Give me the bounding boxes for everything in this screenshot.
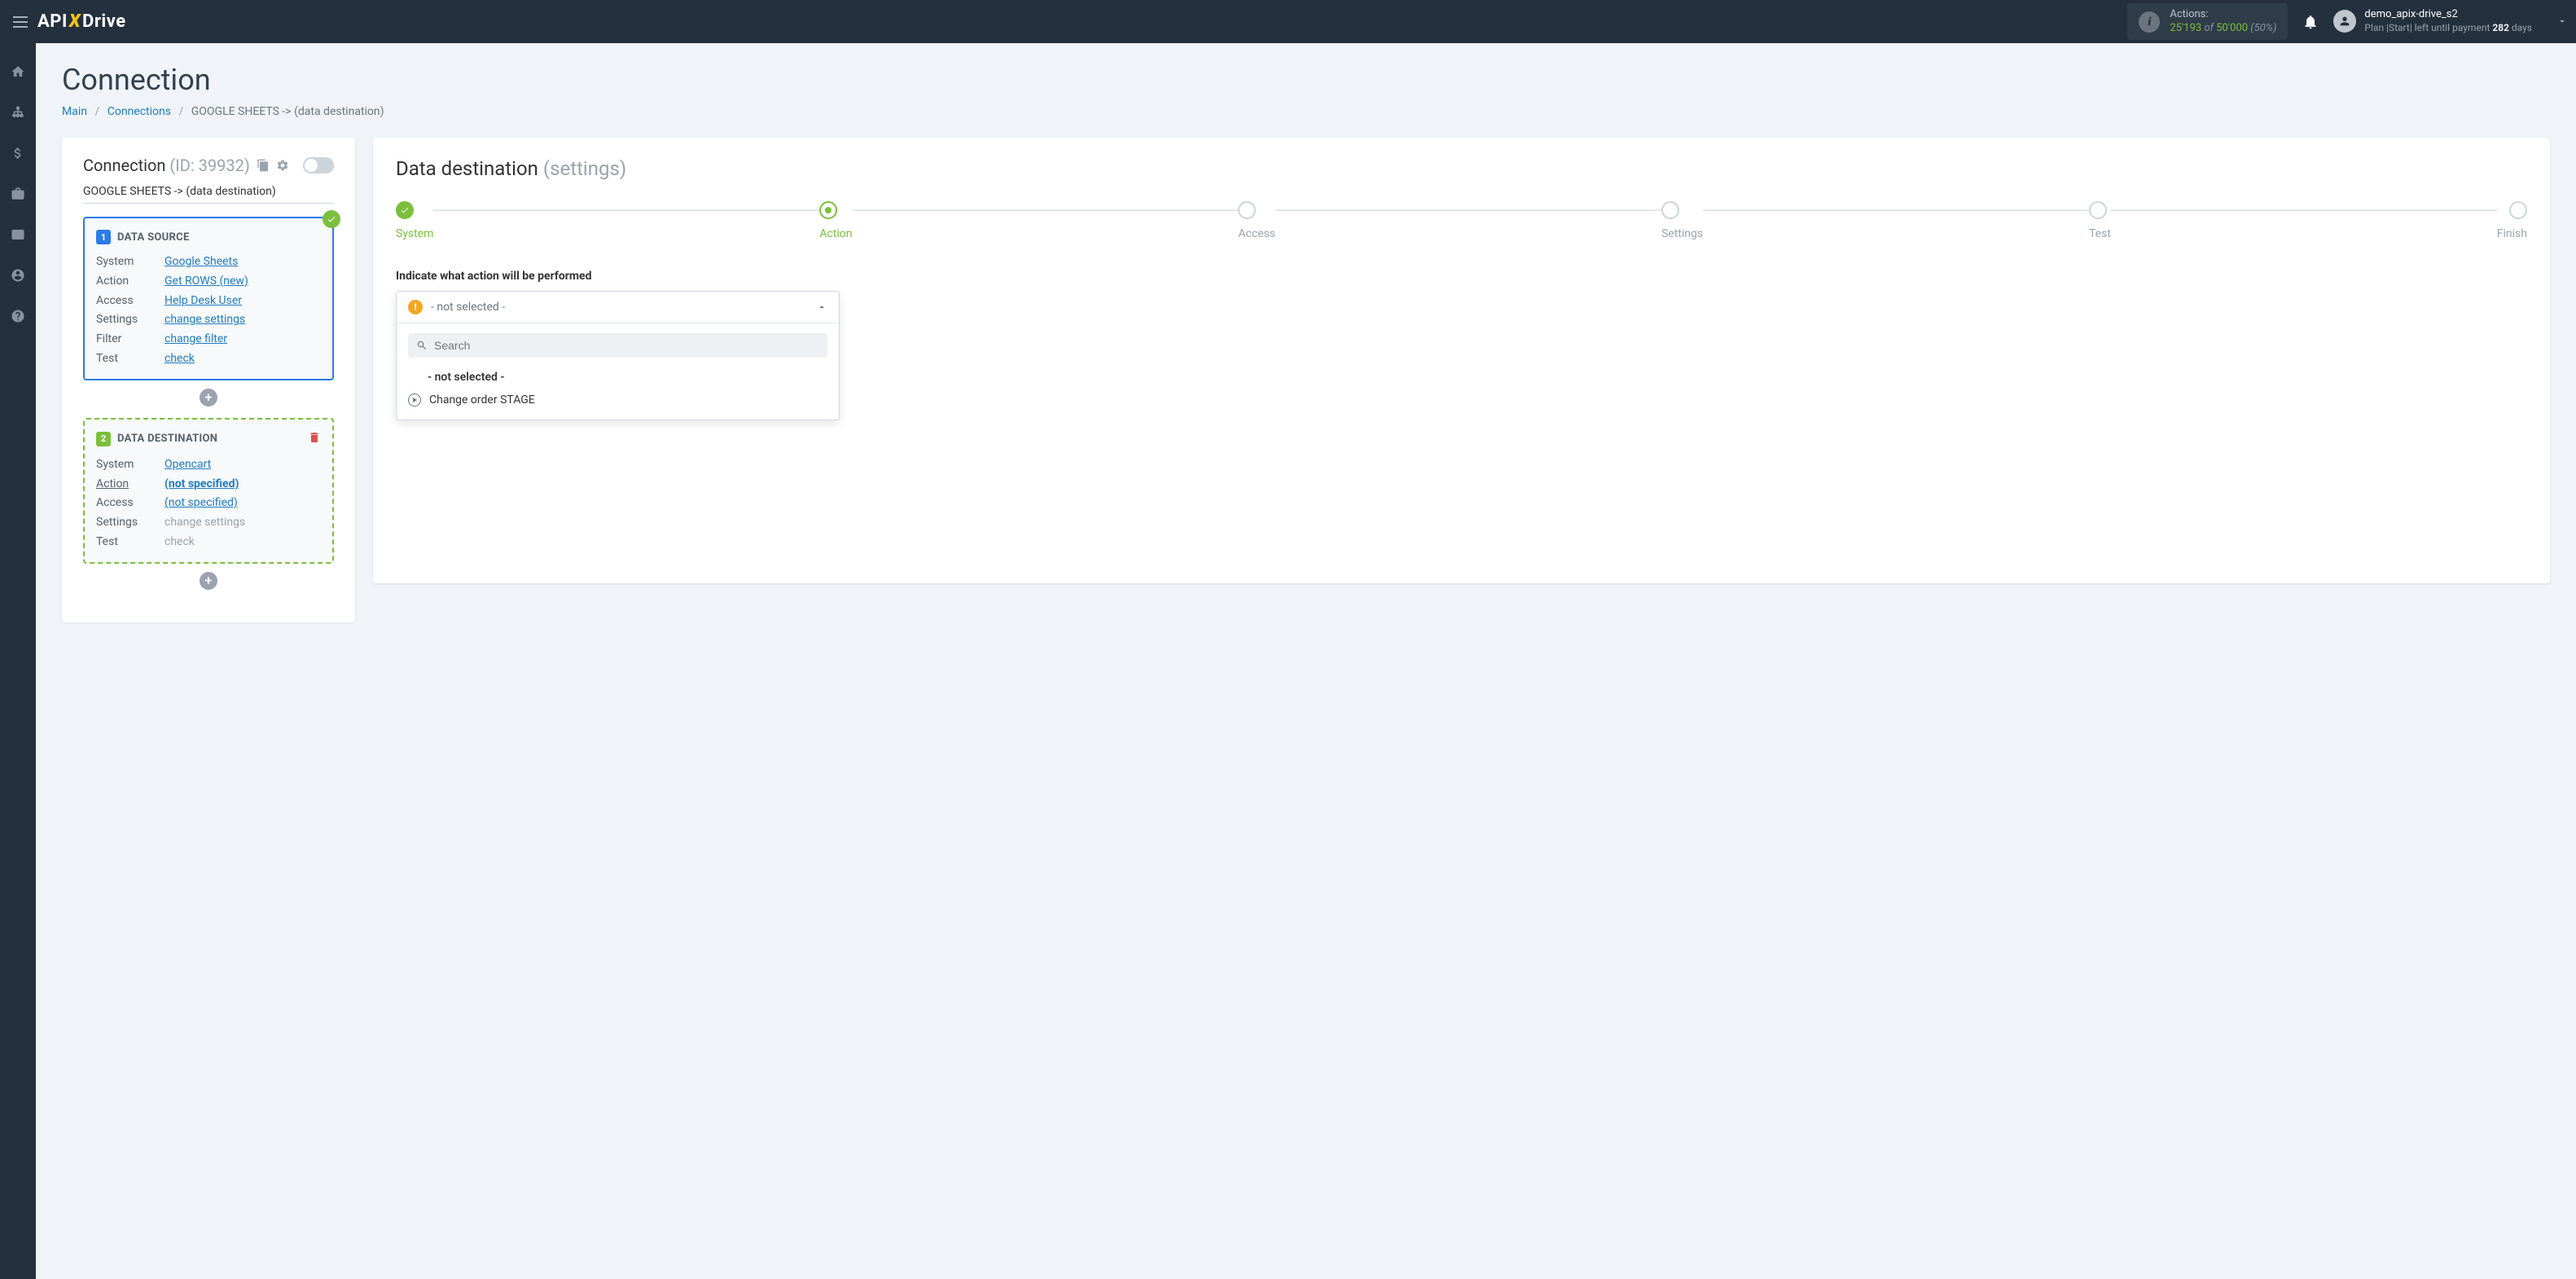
dest-action[interactable]: (not specified) [165,475,239,494]
dropdown-selected: - not selected - [431,301,505,314]
dest-test: check [165,533,195,552]
user-menu[interactable]: demo_apix-drive_s2 Plan |Start| left unt… [2333,8,2568,34]
nav-home[interactable] [0,59,36,84]
dest-settings: change settings [165,513,245,533]
add-source-button[interactable]: + [200,389,217,407]
plan-info: Plan |Start| left until payment 282 days [2364,22,2532,35]
option-change-order-stage[interactable]: Change order STAGE [408,389,827,411]
source-access[interactable]: Help Desk User [165,292,242,311]
data-destination-block[interactable]: 2 DATA DESTINATION SystemOpencart Action… [83,418,334,564]
source-action[interactable]: Get ROWS (new) [165,272,248,292]
action-dropdown: ! - not selected - - not selected - Chan… [396,291,840,420]
avatar-icon [2333,10,2356,33]
nav-account[interactable] [0,263,36,288]
main-content: Connection Main / Connections / GOOGLE S… [36,43,2576,642]
hamburger-menu[interactable] [8,10,33,34]
step-access[interactable]: Access [1238,201,1275,240]
copy-icon[interactable] [257,159,270,172]
username: demo_apix-drive_s2 [2364,8,2532,22]
source-filter[interactable]: change filter [165,330,227,349]
chevron-up-icon [816,301,827,313]
nav-tools[interactable] [0,182,36,206]
gear-icon[interactable] [276,159,289,172]
info-icon: i [2139,11,2160,33]
block-number: 1 [96,230,111,244]
actions-pct: (50%) [2250,22,2276,34]
block-number: 2 [96,432,111,446]
step-action[interactable]: Action [819,201,852,240]
sidebar [0,43,36,1279]
add-destination-button[interactable]: + [200,572,217,590]
block-title: DATA SOURCE [117,231,190,244]
source-settings[interactable]: change settings [165,310,245,330]
block-title: DATA DESTINATION [117,433,217,445]
nav-billing[interactable] [0,141,36,165]
breadcrumb-connections[interactable]: Connections [108,105,171,118]
check-icon [323,210,340,228]
breadcrumb-current: GOOGLE SHEETS -> (data destination) [191,105,384,118]
delete-destination-button[interactable] [308,431,321,447]
connection-name: GOOGLE SHEETS -> (data destination) [83,185,334,204]
breadcrumb-main[interactable]: Main [62,105,87,118]
connection-panel: Connection (ID: 39932) GOOGLE SHEETS -> … [62,138,355,622]
nav-connections[interactable] [0,100,36,125]
chevron-down-icon [2556,15,2568,27]
nav-help[interactable] [0,304,36,328]
step-test[interactable]: Test [2089,201,2111,240]
search-icon [416,340,428,351]
step-finish[interactable]: Finish [2497,201,2527,240]
stepper: System Action Access Settings [396,201,2527,240]
dropdown-toggle[interactable]: ! - not selected - [397,292,839,323]
source-test[interactable]: check [165,349,195,369]
actions-label: Actions: [2170,8,2276,22]
connection-heading: Connection (ID: 39932) [83,156,250,175]
actions-used: 25'193 [2170,22,2201,34]
actions-of: of [2204,22,2214,34]
source-system[interactable]: Google Sheets [165,253,238,272]
search-input[interactable] [434,339,819,352]
nav-video[interactable] [0,222,36,247]
option-not-selected[interactable]: - not selected - [408,366,827,389]
logo[interactable]: APIXDrive [37,11,126,32]
settings-panel: Data destination (settings) System Actio… [373,138,2550,583]
action-field-label: Indicate what action will be performed [396,270,2527,283]
bell-icon[interactable] [2302,14,2319,30]
connection-toggle[interactable] [303,157,334,174]
breadcrumb: Main / Connections / GOOGLE SHEETS -> (d… [62,105,2550,118]
step-system[interactable]: System [396,201,433,240]
actions-total: 50'000 [2216,22,2248,34]
play-icon [408,393,421,407]
settings-title: Data destination (settings) [396,157,2527,180]
warning-icon: ! [408,300,423,314]
page-title: Connection [62,63,2550,97]
dest-access[interactable]: (not specified) [165,494,238,513]
topbar: APIXDrive i Actions: 25'193 of 50'000 (5… [0,0,2576,43]
data-source-block[interactable]: 1 DATA SOURCE SystemGoogle Sheets Action… [83,217,334,380]
actions-counter[interactable]: i Actions: 25'193 of 50'000 (50%) [2127,3,2288,41]
step-settings[interactable]: Settings [1661,201,1703,240]
dest-system[interactable]: Opencart [165,455,211,475]
dropdown-search[interactable] [408,333,827,358]
